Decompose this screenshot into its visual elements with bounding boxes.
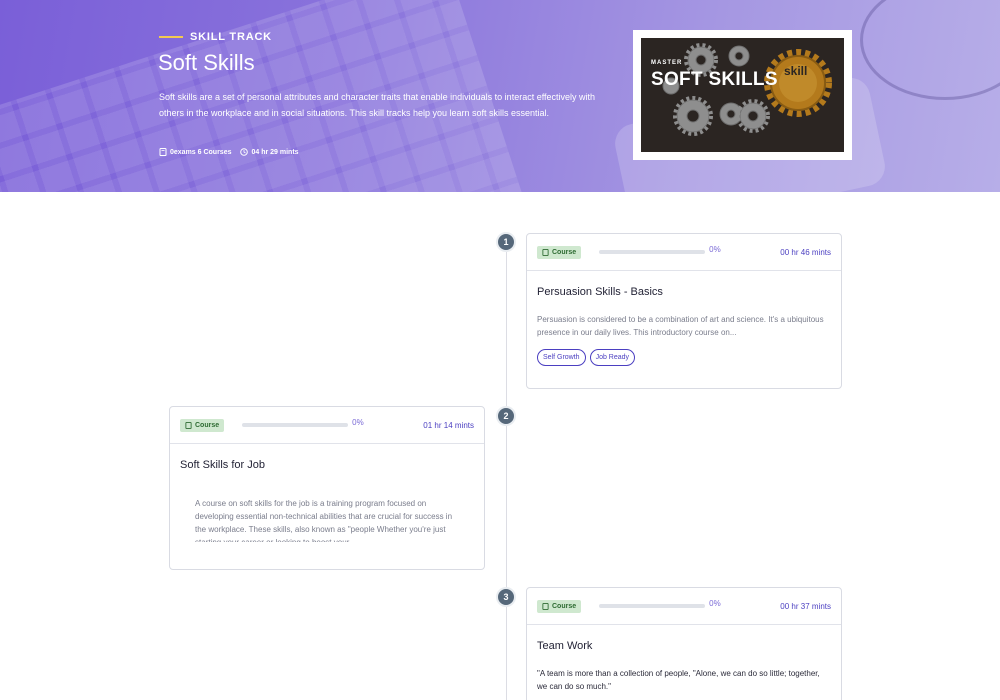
course-card[interactable]: Course 0% 00 hr 37 mints Team Work "A te… (526, 587, 842, 700)
tag-chip[interactable]: Job Ready (589, 349, 636, 366)
course-description: "A team is more than a collection of peo… (537, 669, 820, 691)
hero-description: Soft skills are a set of personal attrib… (159, 92, 596, 118)
course-card-header: Course 0% 01 hr 14 mints (170, 407, 484, 444)
course-card[interactable]: Course 0% 00 hr 46 mints Persuasion Skil… (526, 233, 842, 389)
course-duration: 01 hr 14 mints (423, 420, 474, 430)
thumbnail-master-text: MASTER (651, 60, 683, 66)
step-number: 2 (496, 406, 516, 426)
book-icon (159, 148, 167, 156)
gears-illustration (662, 43, 832, 136)
hero-meta: 0exams 6 Courses 04 hr 29 mints (159, 148, 308, 156)
clock-icon (240, 148, 249, 156)
thumbnail-artwork: MASTER SOFT SKILLS skill (641, 38, 844, 152)
progress-bar (599, 250, 706, 254)
meta-duration: 04 hr 29 mints (240, 148, 299, 156)
badge-label: Course (552, 248, 577, 256)
progress-bar (242, 423, 349, 427)
thumbnail-gear-label: skill (784, 64, 808, 78)
hero-thumbnail: MASTER SOFT SKILLS skill (633, 30, 852, 160)
course-type-badge: Course (537, 599, 582, 613)
meta-courses: 0exams 6 Courses (159, 148, 231, 156)
meta-duration-label: 04 hr 29 mints (251, 148, 299, 156)
course-card[interactable]: Course 0% 01 hr 14 mints Soft Skills for… (169, 406, 485, 570)
book-icon (542, 248, 549, 256)
timeline-line (506, 243, 507, 700)
badge-label: Course (552, 602, 577, 610)
eyebrow-label: SKILL TRACK (190, 31, 272, 43)
course-type-badge: Course (180, 418, 225, 432)
course-title[interactable]: Persuasion Skills - Basics (537, 286, 831, 298)
progress-percent: 0% (709, 599, 721, 608)
meta-courses-label: 0exams 6 Courses (170, 148, 232, 156)
progress-percent: 0% (709, 245, 721, 254)
course-card-header: Course 0% 00 hr 37 mints (527, 588, 841, 625)
course-type-badge: Course (537, 245, 582, 259)
book-icon (542, 602, 549, 610)
book-icon (185, 421, 192, 429)
course-title[interactable]: Soft Skills for Job (180, 459, 474, 471)
hero-eyebrow: SKILL TRACK (159, 31, 272, 43)
course-tags: Self Growth Job Ready (537, 349, 831, 366)
course-description: Persuasion is considered to be a combina… (537, 315, 824, 337)
course-duration: 00 hr 37 mints (780, 601, 831, 611)
course-duration: 00 hr 46 mints (780, 247, 831, 257)
glasses-backdrop (860, 0, 1000, 100)
progress-percent: 0% (352, 418, 364, 427)
eyebrow-line (159, 36, 183, 38)
course-card-body: Persuasion Skills - Basics Persuasion is… (527, 271, 841, 376)
course-card-body: Team Work "A team is more than a collect… (527, 625, 841, 700)
tag-chip[interactable]: Self Growth (537, 349, 586, 366)
step-number: 1 (496, 232, 516, 252)
course-card-body: Soft Skills for Job A course on soft ski… (170, 444, 484, 552)
progress-bar (599, 604, 706, 608)
hero-banner: SKILL TRACK Soft Skills Soft skills are … (0, 0, 1000, 192)
course-card-header: Course 0% 00 hr 46 mints (527, 234, 841, 271)
page-title: Soft Skills (158, 50, 255, 75)
course-title[interactable]: Team Work (537, 640, 831, 652)
course-description: A course on soft skills for the job is a… (195, 499, 453, 542)
badge-label: Course (195, 421, 220, 429)
step-number: 3 (496, 587, 516, 607)
thumbnail-headline: SOFT SKILLS (651, 69, 778, 90)
